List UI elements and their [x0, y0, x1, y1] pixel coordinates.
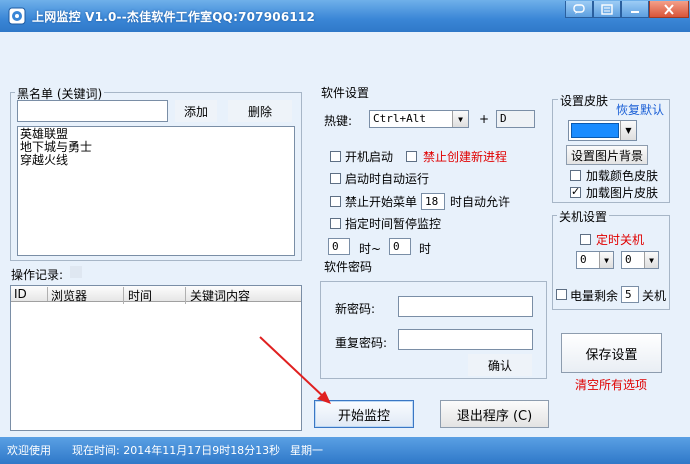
chat-icon[interactable] [565, 1, 593, 18]
log-label: 操作记录: [11, 268, 64, 282]
column-time[interactable]: 时间 [128, 287, 186, 304]
load-image-skin-label: 加载图片皮肤 [586, 186, 659, 200]
list-item[interactable]: 穿越火线 [20, 154, 292, 167]
close-icon[interactable] [649, 1, 689, 18]
set-image-background-button[interactable]: 设置图片背景 [566, 145, 648, 165]
settings-legend: 软件设置 [319, 84, 372, 101]
red-arrow-annotation [259, 336, 331, 404]
status-time: 现在时间: 2014年11月17日9时18分13秒 [72, 444, 281, 457]
status-weekday: 星期一 [290, 444, 323, 457]
chevron-down-icon[interactable]: ▼ [452, 111, 468, 127]
delete-button[interactable]: 删除 [228, 100, 292, 122]
shutdown-hour-value: 0 [580, 253, 587, 266]
column-id[interactable]: ID [14, 287, 48, 301]
shutdown-minute-select[interactable]: 0 ▼ [621, 251, 659, 269]
hotkey-plus: + [479, 112, 490, 126]
save-settings-button[interactable]: 保存设置 [561, 333, 662, 373]
window-title: 上网监控 V1.0--杰佳软件工作室QQ:707906112 [32, 10, 316, 24]
restore-default-link[interactable]: 恢复默认 [616, 101, 664, 118]
battery-shutdown-label: 电量剩余 [570, 289, 619, 303]
block-new-process-label: 禁止创建新进程 [423, 150, 508, 164]
block-start-menu-checkbox[interactable] [330, 196, 341, 207]
keyword-list[interactable]: 英雄联盟 地下城与勇士 穿越火线 [17, 126, 295, 256]
clear-all-options-link[interactable]: 清空所有选项 [575, 376, 647, 393]
shutdown-minute-value: 0 [625, 253, 632, 266]
chevron-down-icon[interactable]: ▼ [620, 121, 636, 140]
load-image-skin-checkbox[interactable] [570, 185, 581, 198]
keyword-input[interactable] [17, 100, 168, 122]
start-menu-suffix: 时自动允许 [450, 195, 511, 209]
timer-shutdown-checkbox[interactable] [580, 234, 591, 245]
confirm-password-button[interactable]: 确认 [468, 354, 532, 376]
column-browser[interactable]: 浏览器 [51, 287, 124, 304]
pause-monitor-label: 指定时间暂停监控 [345, 217, 442, 231]
hotkey-key-input[interactable]: D [496, 110, 535, 128]
pause-monitor-checkbox[interactable] [330, 218, 341, 229]
skin-color-select[interactable]: ▼ [568, 120, 637, 141]
minimize-icon[interactable] [621, 1, 649, 18]
hotkey-select[interactable]: Ctrl+Alt ▼ [369, 110, 469, 128]
shutdown-hour-select[interactable]: 0 ▼ [576, 251, 614, 269]
timer-shutdown-label: 定时关机 [596, 233, 645, 247]
chevron-down-icon[interactable]: ▼ [599, 252, 613, 268]
pause-from-input[interactable]: 0 [328, 238, 350, 255]
app-icon [8, 7, 26, 25]
status-welcome: 欢迎使用 [7, 444, 51, 457]
log-table-header: ID 浏览器 时间 关键词内容 [11, 286, 301, 304]
menu-icon[interactable] [593, 1, 621, 18]
skin-legend: 设置皮肤 [558, 92, 611, 109]
auto-run-checkbox[interactable] [330, 173, 341, 184]
skin-color-swatch [571, 123, 619, 138]
block-new-process-checkbox[interactable] [406, 151, 417, 162]
status-bar: 欢迎使用 现在时间: 2014年11月17日9时18分13秒 星期一 [0, 437, 690, 464]
start-menu-minutes-input[interactable]: 18 [421, 193, 445, 210]
battery-shutdown-suffix: 关机 [642, 289, 667, 303]
pause-to-input[interactable]: 0 [389, 238, 411, 255]
add-button[interactable]: 添加 [175, 100, 217, 122]
load-color-skin-label: 加载颜色皮肤 [586, 169, 659, 183]
new-password-label: 新密码: [335, 302, 376, 316]
password-legend: 软件密码 [324, 260, 373, 274]
log-label-spacer [70, 266, 82, 278]
battery-level-input[interactable]: 5 [621, 286, 639, 303]
column-keyword[interactable]: 关键词内容 [190, 287, 280, 304]
load-color-skin-checkbox[interactable] [570, 170, 581, 181]
new-password-input[interactable] [398, 296, 533, 317]
autostart-label: 开机启动 [345, 150, 394, 164]
battery-shutdown-checkbox[interactable] [556, 289, 567, 300]
chevron-down-icon[interactable]: ▼ [644, 252, 658, 268]
repeat-password-input[interactable] [398, 329, 533, 350]
hotkey-label: 热键: [324, 114, 353, 128]
exit-program-button[interactable]: 退出程序 (C) [440, 400, 549, 428]
repeat-password-label: 重复密码: [335, 336, 388, 350]
block-start-menu-label: 禁止开始菜单 [345, 195, 418, 209]
pause-from-suffix: 时~ [359, 242, 382, 256]
auto-run-label: 启动时自动运行 [345, 172, 430, 186]
autostart-checkbox[interactable] [330, 151, 341, 162]
hotkey-value: Ctrl+Alt [373, 112, 426, 125]
shutdown-legend: 关机设置 [557, 208, 610, 225]
pause-to-suffix: 时 [419, 242, 432, 256]
